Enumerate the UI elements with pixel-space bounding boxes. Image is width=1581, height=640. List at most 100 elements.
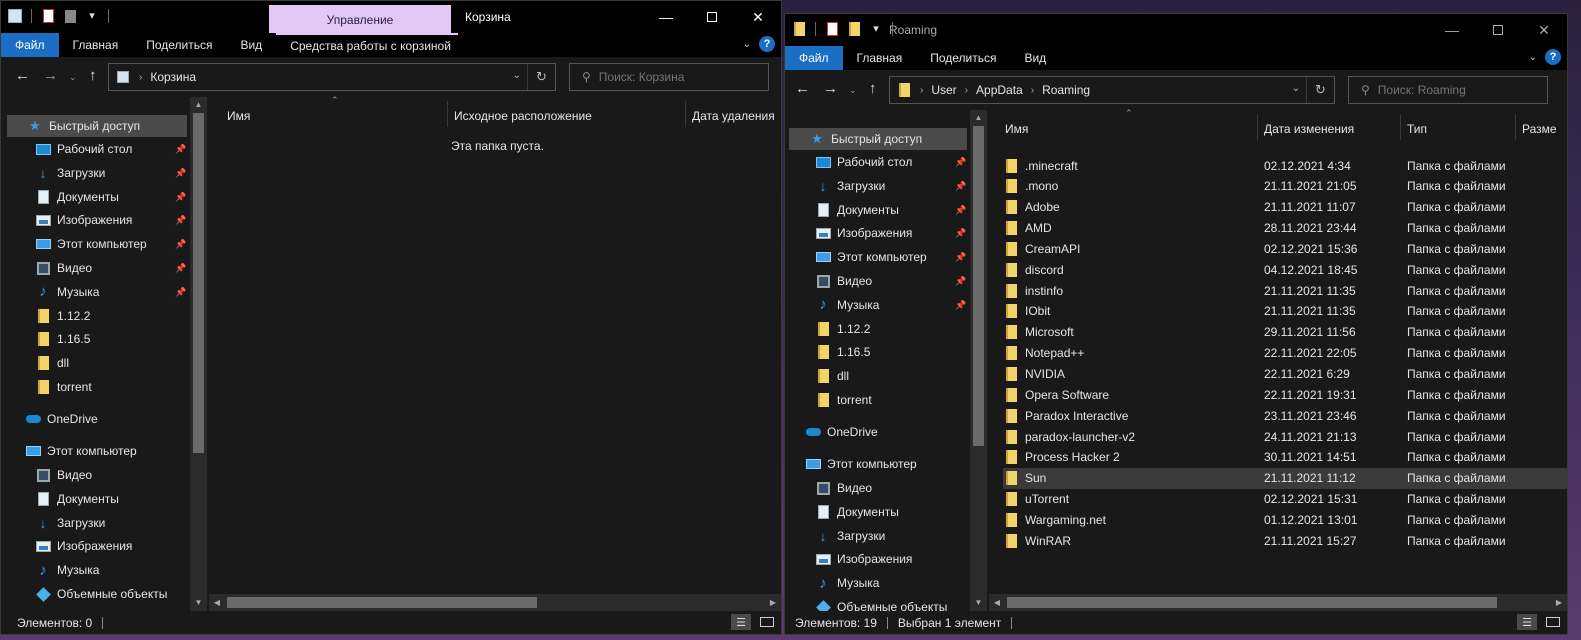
scroll-right-icon[interactable]: ▶ [765, 594, 781, 611]
nav-item[interactable]: 1.16.5 [35, 328, 185, 350]
file-row[interactable]: WinRAR 21.11.2021 15:27 Папка с файлами [1003, 530, 1567, 551]
pin-icon[interactable]: 📌 [175, 168, 186, 179]
nav-quick-access[interactable]: ★ Быстрый доступ [789, 128, 967, 150]
file-row[interactable]: Process Hacker 2 30.11.2021 14:51 Папка с … [1003, 447, 1567, 468]
maximize-button[interactable] [689, 1, 735, 33]
tab-share[interactable]: Поделиться [916, 46, 1010, 70]
pin-icon[interactable]: 📌 [175, 239, 186, 250]
pin-icon[interactable]: 📌 [175, 287, 186, 298]
column-date-deleted[interactable]: Дата удаления [692, 103, 775, 129]
properties-icon[interactable] [824, 21, 840, 37]
nav-item[interactable]: 1.12.2 [35, 305, 185, 327]
nav-item[interactable]: Рабочий стол [815, 151, 965, 173]
pin-icon[interactable]: 📌 [175, 192, 186, 203]
file-row[interactable]: Notepad++ 22.11.2021 22:05 Папка с файлами [1003, 343, 1567, 364]
file-row[interactable]: Opera Software 22.11.2021 19:31 Папка с фа… [1003, 384, 1567, 405]
nav-scrollbar[interactable]: ▲ ▼ [190, 97, 207, 611]
large-icons-view-button[interactable] [1543, 614, 1563, 630]
pin-icon[interactable]: 📌 [955, 300, 966, 311]
nav-item[interactable]: Документы [35, 186, 185, 208]
nav-scrollbar[interactable]: ▲ ▼ [970, 110, 987, 611]
tab-view[interactable]: Вид [226, 33, 276, 57]
nav-item[interactable]: Видео [815, 270, 965, 292]
nav-item[interactable]: Видео [35, 257, 185, 279]
horizontal-scrollbar[interactable]: ◀ ▶ [989, 594, 1567, 611]
breadcrumb-appdata[interactable]: AppData [976, 83, 1023, 97]
column-name[interactable]: Имя [227, 103, 250, 129]
nav-item[interactable]: ↓ Загрузки [35, 512, 185, 534]
new-folder-icon[interactable] [846, 21, 862, 37]
nav-item[interactable]: Изображения [35, 535, 185, 557]
scroll-thumb[interactable] [227, 597, 537, 608]
file-row[interactable]: discord 04.12.2021 18:45 Папка с файлами [1003, 259, 1567, 280]
nav-item[interactable]: Изображения [35, 209, 185, 231]
scroll-right-icon[interactable]: ▶ [1551, 594, 1567, 611]
column-size[interactable]: Разме [1522, 116, 1557, 142]
minimize-button[interactable]: — [1429, 14, 1475, 46]
file-row[interactable]: Sun 21.11.2021 11:12 Папка с файлами [1003, 467, 1567, 489]
file-row[interactable]: Wargaming.net 01.12.2021 13:01 Папка с фай… [1003, 509, 1567, 530]
tab-share[interactable]: Поделиться [132, 33, 226, 57]
recent-locations-icon[interactable]: ⌄ [69, 72, 77, 83]
pin-icon[interactable]: 📌 [955, 157, 966, 168]
nav-item[interactable]: Видео [35, 464, 185, 486]
search-input[interactable] [598, 70, 759, 84]
details-view-button[interactable]: ☰ [731, 614, 751, 630]
nav-onedrive[interactable]: OneDrive [25, 408, 185, 430]
help-icon[interactable]: ? [1545, 49, 1561, 65]
nav-item[interactable]: torrent [815, 389, 965, 411]
column-original-location[interactable]: Исходное расположение [454, 103, 592, 129]
nav-item[interactable]: Рабочий стол [35, 138, 185, 160]
scroll-left-icon[interactable]: ◀ [209, 594, 225, 611]
nav-item[interactable]: Этот компьютер [35, 233, 185, 255]
customize-toolbar-icon[interactable]: ▾ [868, 21, 884, 37]
nav-item[interactable]: ↓ Загрузки [815, 525, 965, 547]
column-name[interactable]: Имя [1005, 116, 1028, 142]
column-type[interactable]: Тип [1407, 116, 1427, 142]
breadcrumb-recycle-bin[interactable]: Корзина [150, 70, 196, 84]
recent-locations-icon[interactable]: ⌄ [849, 85, 857, 96]
column-date-modified[interactable]: Дата изменения [1264, 116, 1354, 142]
search-input[interactable] [1377, 83, 1538, 97]
refresh-icon[interactable]: ↻ [1306, 77, 1334, 103]
scroll-down-icon[interactable]: ▼ [190, 595, 207, 611]
nav-this-pc[interactable]: Этот компьютер [805, 453, 965, 475]
minimize-button[interactable]: — [643, 1, 689, 33]
scroll-thumb[interactable] [1007, 597, 1497, 608]
horizontal-scrollbar[interactable]: ◀ ▶ [209, 594, 781, 611]
properties-icon[interactable] [40, 8, 56, 24]
nav-item[interactable]: dll [815, 365, 965, 387]
details-view-button[interactable]: ☰ [1517, 614, 1537, 630]
nav-item[interactable]: 1.12.2 [815, 318, 965, 340]
nav-this-pc[interactable]: Этот компьютер [25, 440, 185, 462]
file-row[interactable]: Paradox Interactive 23.11.2021 23:46 Папка… [1003, 405, 1567, 426]
nav-item[interactable]: Изображения [815, 548, 965, 570]
file-row[interactable]: Adobe 21.11.2021 11:07 Папка с файлами [1003, 197, 1567, 218]
manage-tab[interactable]: Управление [269, 5, 451, 35]
nav-item[interactable]: Документы [35, 488, 185, 510]
pin-icon[interactable]: 📌 [175, 144, 186, 155]
nav-item[interactable]: ↓ Загрузки [35, 162, 185, 184]
pin-icon[interactable]: 📌 [175, 215, 186, 226]
scroll-thumb[interactable] [193, 113, 204, 453]
up-arrow-icon[interactable]: ↑ [869, 80, 877, 97]
tab-view[interactable]: Вид [1010, 46, 1060, 70]
nav-item[interactable]: Документы [815, 199, 965, 221]
scroll-up-icon[interactable]: ▲ [190, 97, 207, 113]
file-row[interactable]: IObit 21.11.2021 11:35 Папка с файлами [1003, 301, 1567, 322]
tab-home[interactable]: Главная [843, 46, 917, 70]
folder-icon[interactable] [791, 21, 807, 37]
new-folder-icon[interactable] [62, 8, 78, 24]
tab-file[interactable]: Файл [785, 46, 843, 70]
search-box[interactable]: ⚲ [1348, 76, 1548, 104]
nav-item[interactable]: Объемные объекты [35, 583, 185, 605]
help-icon[interactable]: ? [759, 36, 775, 52]
large-icons-view-button[interactable] [757, 614, 777, 630]
customize-toolbar-icon[interactable]: ▾ [84, 8, 100, 24]
close-button[interactable]: ✕ [1521, 14, 1567, 46]
scroll-down-icon[interactable]: ▼ [970, 595, 987, 611]
back-arrow-icon[interactable]: ← [15, 67, 30, 84]
file-row[interactable]: .mono 21.11.2021 21:05 Папка с файлами [1003, 176, 1567, 197]
file-row[interactable]: .minecraft 02.12.2021 4:34 Папка с файлами [1003, 155, 1567, 176]
pin-icon[interactable]: 📌 [955, 276, 966, 287]
